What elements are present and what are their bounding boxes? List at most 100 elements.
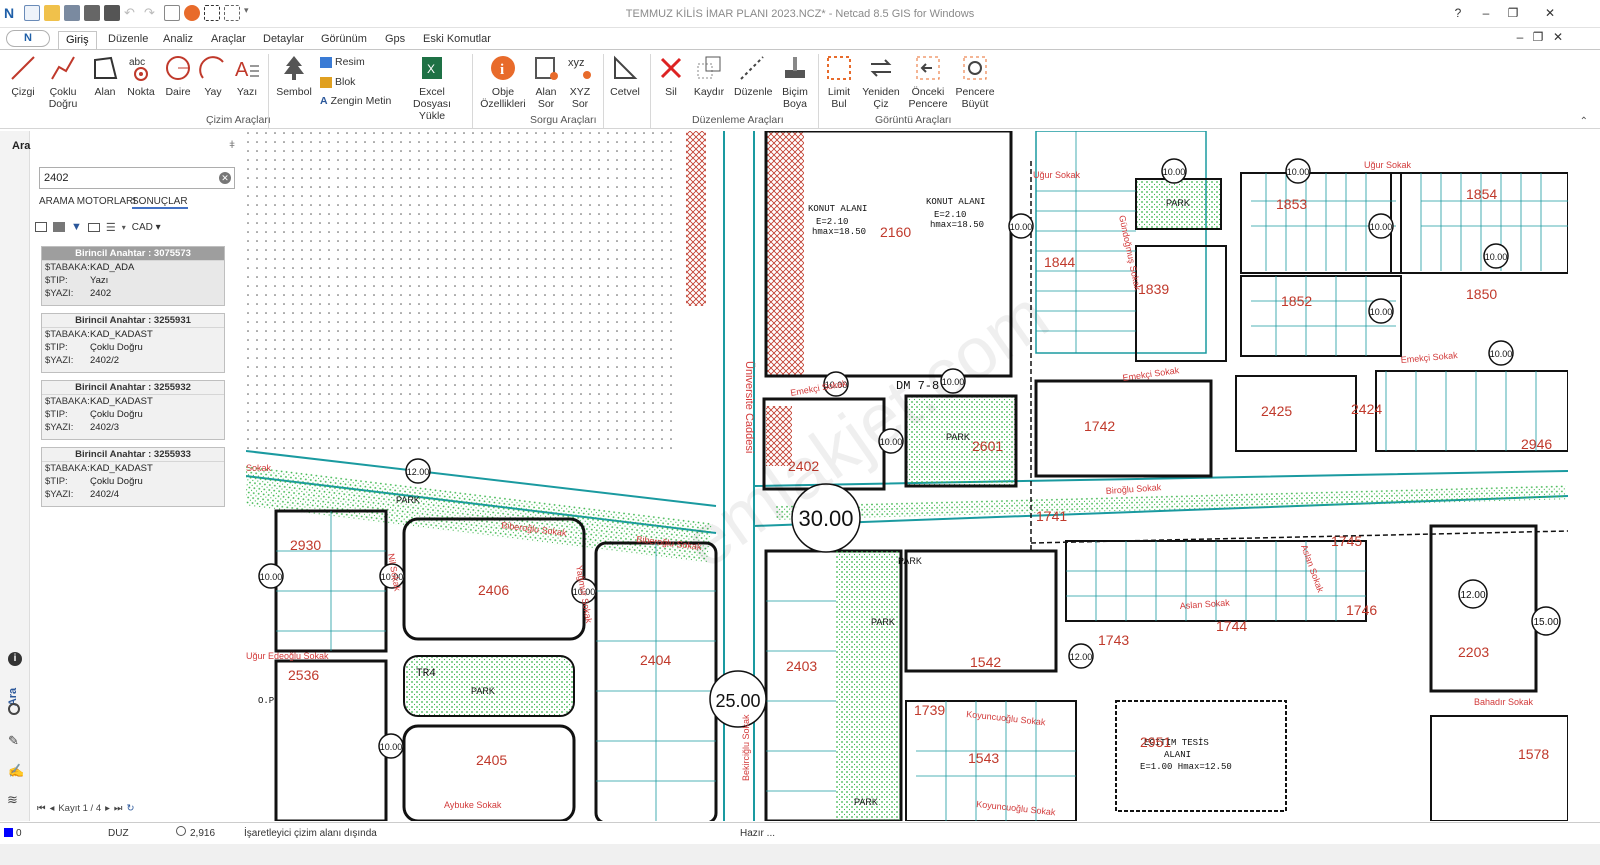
clear-search-icon[interactable]: ✕	[219, 172, 231, 184]
block-outline	[1235, 375, 1357, 452]
result-item[interactable]: Birincil Anahtar : 3255932 $TABAKA: KAD_KA…	[41, 380, 225, 440]
cursor-status: İşaretleyici çizim alanı dışında	[244, 828, 377, 839]
pin-icon[interactable]: ǂ	[229, 140, 235, 151]
sembol-button[interactable]: Sembol	[276, 54, 312, 98]
zoom-window-icon	[963, 56, 987, 80]
pencere-buyut-button[interactable]: Pencere Büyüt	[955, 54, 995, 110]
doc-close-button[interactable]: ✕	[1548, 30, 1568, 44]
dropdown-icon[interactable]: ▾	[122, 223, 126, 232]
list-icon[interactable]: ☰	[106, 221, 116, 234]
field-value: 2402/3	[90, 422, 120, 433]
group-sorgu-araclari: Sorgu Araçları	[530, 114, 597, 126]
result-header: Birincil Anahtar : 3255931	[42, 314, 224, 328]
tab-analiz[interactable]: Analiz	[156, 31, 200, 50]
print-icon[interactable]	[53, 222, 65, 232]
search-icon[interactable]	[8, 703, 20, 715]
layers-icon[interactable]: ≋	[7, 792, 18, 808]
prev-page-icon[interactable]: ◂	[50, 803, 55, 814]
resim-button[interactable]: Resim	[320, 56, 365, 68]
cad-dropdown[interactable]: CAD ▾	[132, 222, 161, 233]
refresh-icon[interactable]: ↻	[126, 803, 134, 814]
svg-text:25.00: 25.00	[715, 691, 760, 711]
tab-duzenle[interactable]: Düzenle	[101, 31, 155, 50]
layer-value[interactable]: 0	[16, 828, 22, 839]
zengin-metin-button[interactable]: A Zengin Metin	[320, 95, 391, 107]
yeniden-ciz-button[interactable]: Yeniden Çiz	[862, 54, 900, 110]
svg-text:2951: 2951	[1140, 734, 1171, 750]
bicim-boya-button[interactable]: Biçim Boya	[780, 54, 810, 110]
tab-detaylar[interactable]: Detaylar	[256, 31, 311, 50]
result-item[interactable]: Birincil Anahtar : 3255933 $TABAKA: KAD_KA…	[41, 447, 225, 507]
map-right-strip[interactable]	[1568, 131, 1600, 821]
doc-minimize-button[interactable]: –	[1510, 30, 1530, 44]
tab-gorunum[interactable]: Görünüm	[314, 31, 374, 50]
tab-sonuclar[interactable]: SONUÇLAR	[132, 196, 188, 209]
blok-button[interactable]: Blok	[320, 76, 355, 88]
sil-button[interactable]: Sil	[657, 54, 685, 98]
table-view-icon[interactable]	[35, 222, 47, 232]
duzenle-button[interactable]: Düzenle	[734, 54, 773, 98]
restore-button[interactable]: ❐	[1503, 6, 1523, 20]
minimize-button[interactable]: –	[1476, 6, 1496, 20]
result-item[interactable]: Birincil Anahtar : 3255931 $TABAKA: KAD_KA…	[41, 313, 225, 373]
last-page-icon[interactable]: ⏭	[114, 803, 123, 814]
svg-text:Bahadır Sokak: Bahadır Sokak	[1474, 697, 1534, 707]
svg-text:Bekirciğlu Sokak: Bekirciğlu Sokak	[741, 714, 751, 781]
tab-giris[interactable]: Giriş	[58, 31, 97, 50]
layer-color-swatch[interactable]	[4, 828, 13, 837]
alan-button[interactable]: Alan	[90, 54, 120, 98]
coklu-dogru-button[interactable]: Çoklu Doğru	[44, 54, 82, 110]
tab-araclar[interactable]: Araçlar	[204, 31, 253, 50]
field-value: 2402/4	[90, 489, 120, 500]
kaydir-button[interactable]: Kaydır	[692, 54, 726, 98]
svg-text:PARK: PARK	[1166, 198, 1190, 208]
monitor-icon[interactable]	[87, 222, 100, 232]
arc-icon	[199, 56, 224, 79]
block-outline	[1430, 715, 1568, 821]
search-input[interactable]: 2402 ✕	[39, 167, 235, 189]
svg-text:10.00: 10.00	[380, 742, 403, 752]
cizgi-button[interactable]: Çizgi	[8, 54, 38, 98]
doc-restore-button[interactable]: ❐	[1528, 30, 1548, 44]
svg-text:Üniversite Caddesi: Üniversite Caddesi	[743, 361, 755, 453]
alan-sor-button[interactable]: Alan Sor	[531, 54, 561, 110]
onceki-pencere-button[interactable]: Önceki Pencere	[908, 54, 948, 110]
xyz-sor-button[interactable]: xyz XYZ Sor	[565, 54, 595, 110]
app-menu-button[interactable]: N	[6, 30, 50, 47]
yazi-button[interactable]: A Yazı	[232, 54, 262, 98]
svg-text:E=1.00 Hmax=12.50: E=1.00 Hmax=12.50	[1140, 762, 1232, 772]
signature-icon[interactable]: ✍	[8, 763, 24, 779]
svg-text:PARK: PARK	[946, 432, 970, 442]
next-page-icon[interactable]: ▸	[105, 803, 110, 814]
info-icon[interactable]: i	[8, 652, 22, 666]
first-page-icon[interactable]: ⏮	[37, 803, 46, 814]
daire-button[interactable]: Daire	[163, 54, 193, 98]
svg-text:2946: 2946	[1521, 436, 1552, 452]
cetvel-button[interactable]: Cetvel	[609, 54, 641, 98]
draw-mode[interactable]: DUZ	[108, 828, 129, 839]
tab-arama-motorlari[interactable]: ARAMA MOTORLARI	[39, 196, 136, 207]
separator	[603, 54, 604, 128]
redraw-icon	[870, 59, 892, 77]
pen-icon[interactable]: ✎	[8, 733, 19, 749]
result-field: $TABAKA: KAD_KADAST	[42, 462, 224, 475]
ribbon-collapse-icon[interactable]: ⌃	[1580, 116, 1588, 127]
tab-eski-komutlar[interactable]: Eski Komutlar	[416, 31, 498, 50]
help-button[interactable]: ?	[1448, 6, 1468, 20]
svg-text:2536: 2536	[288, 667, 319, 683]
tab-gps[interactable]: Gps	[378, 31, 412, 50]
svg-text:hmax=18.50: hmax=18.50	[812, 227, 866, 237]
result-item[interactable]: Birincil Anahtar : 3075573 $TABAKA: KAD_AD…	[41, 246, 225, 306]
yay-button[interactable]: Yay	[198, 54, 228, 98]
limit-bul-button[interactable]: Limit Bul	[824, 54, 854, 110]
obje-ozellikleri-button[interactable]: i Obje Özellikleri	[480, 54, 526, 110]
result-field: $TABAKA: KAD_ADA	[42, 261, 224, 274]
ready-status: Hazır ...	[740, 828, 776, 839]
svg-text:TR4: TR4	[416, 668, 436, 680]
svg-text:1542: 1542	[970, 654, 1001, 670]
nokta-button[interactable]: abc Nokta	[126, 54, 156, 98]
filter-icon[interactable]: ▼	[71, 221, 82, 233]
excel-yukle-button[interactable]: X Excel Dosyası Yükle	[400, 54, 464, 122]
close-button[interactable]: ✕	[1540, 6, 1560, 20]
map-canvas[interactable]: 30.00 25.00 12.00 10.00 12.00 15.00 12.0…	[246, 131, 1568, 821]
